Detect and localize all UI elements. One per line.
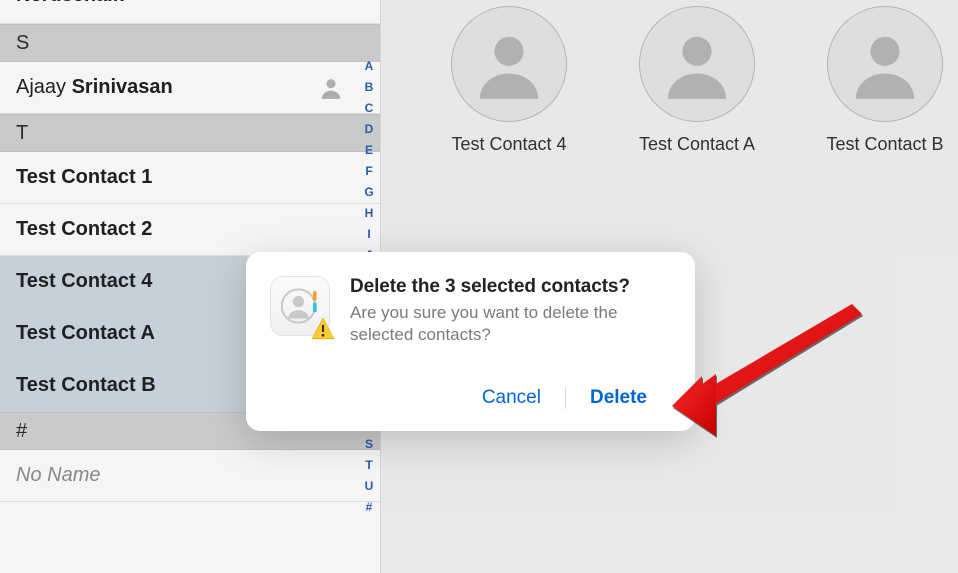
dialog-title: Delete the 3 selected contacts?: [350, 276, 671, 298]
cancel-button[interactable]: Cancel: [458, 381, 565, 415]
warning-icon: [310, 316, 336, 342]
delete-button[interactable]: Delete: [566, 381, 671, 415]
dialog-message: Are you sure you want to delete the sele…: [350, 302, 671, 346]
contacts-app-icon: [270, 276, 330, 336]
delete-confirmation-dialog: Delete the 3 selected contacts? Are you …: [246, 252, 695, 431]
